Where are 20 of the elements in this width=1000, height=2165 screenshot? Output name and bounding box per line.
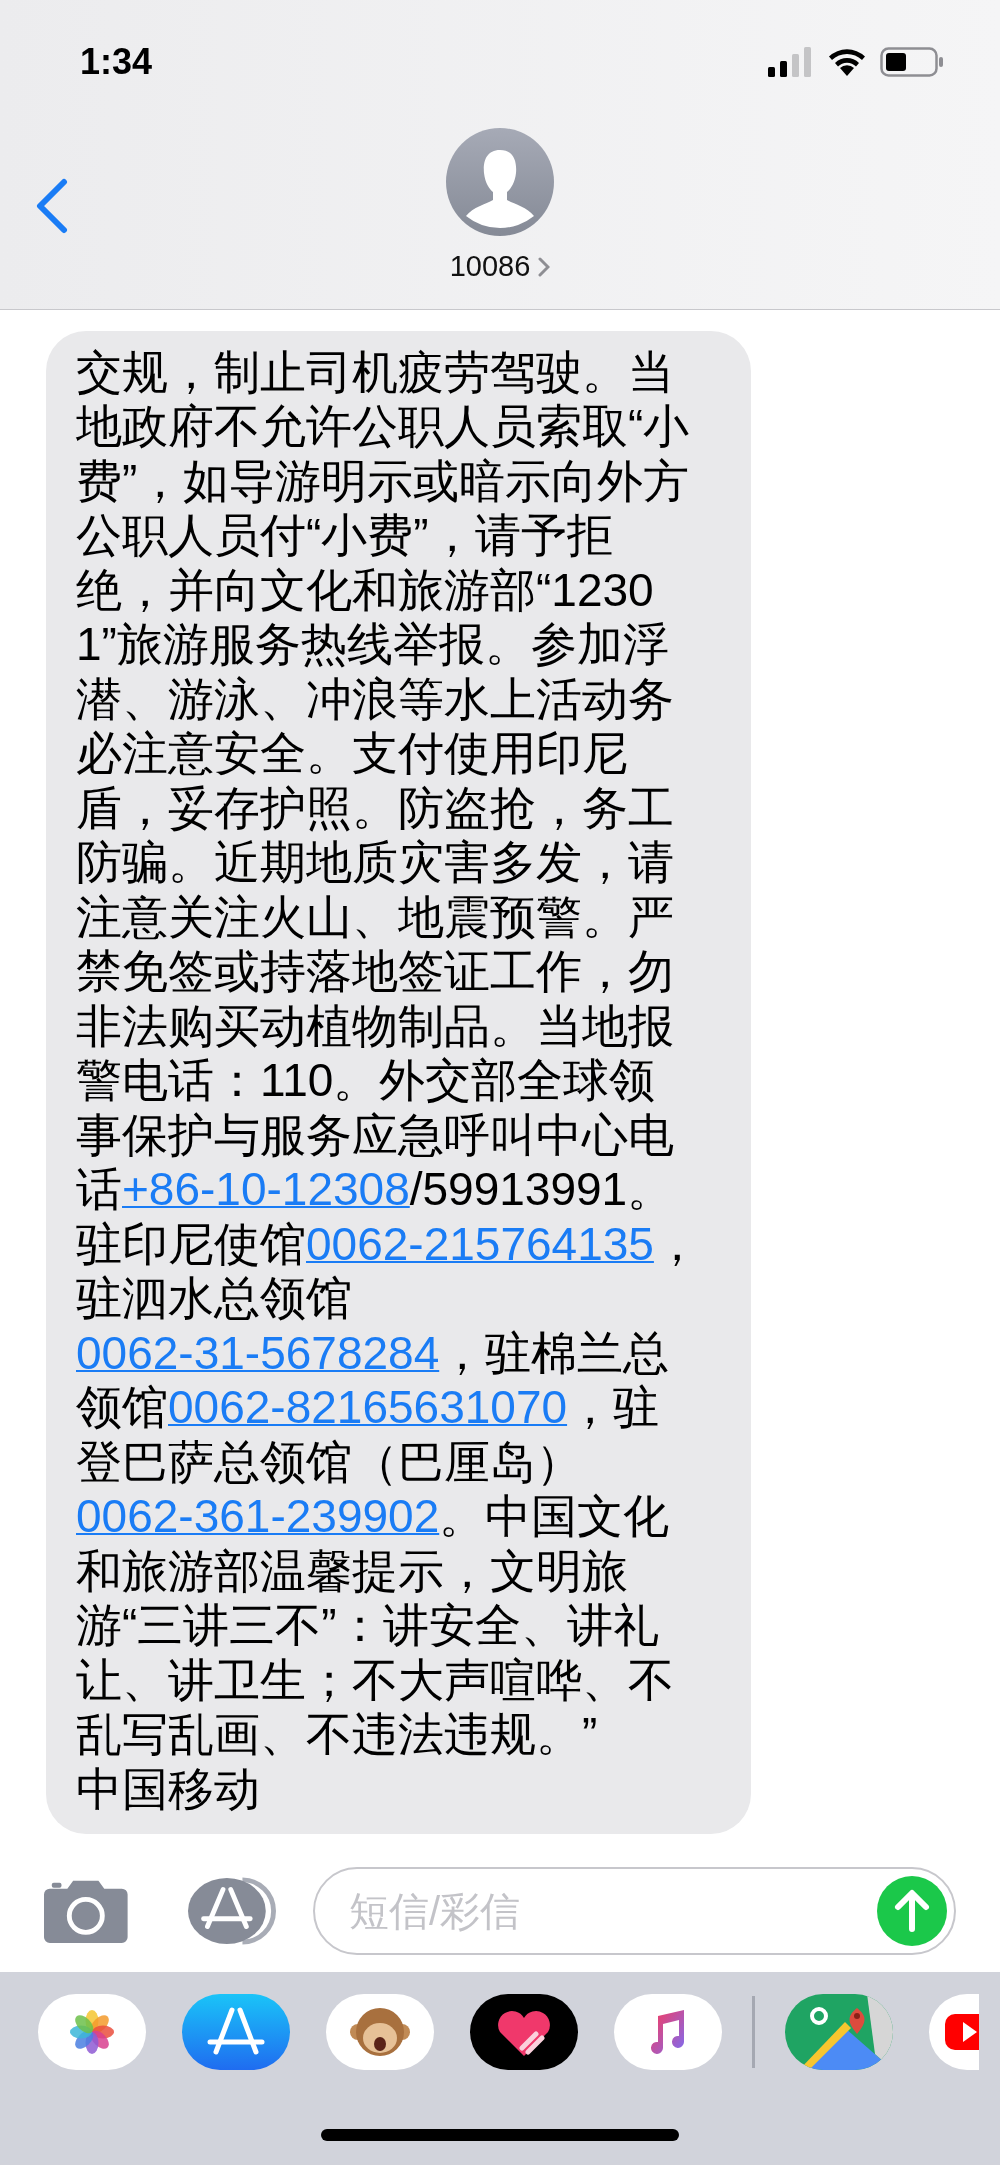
message-text: 交规，制止司机疲劳驾驶。当地政府不允许公职人员索取“小费”，如导游明示或暗示向外方公职人员付“小费”，请予拒绝，并向文化和旅游部“12301”旅游服务热线举报。参加浮潜、游泳、冲浪等水上活动务必注意安全。支付使用印尼盾，妥存护照。防盗抢，务工防骗。近期地质灾害多发，请注意关注火山、地震预警。严禁免签或持落地签证工作，勿非法购买动植物制品。当地报警电话：110。外交部全球领事保护与服务应急呼叫中心电话+86-10-12308/59913991。驻印尼使馆0062-215764135，驻泗水总领馆 0062-31-5678284，驻棉兰总领馆0062-82165631070，驻登巴萨总领馆（巴厘岛） 0062-361-239902。中国文化和旅游部温馨提示，文明旅游“三讲三不”：讲安全、讲礼让、讲卫生；不大声喧哗、不乱写乱画、不违法违规。” [76, 344, 701, 1762]
avatar-icon[interactable] [446, 128, 554, 236]
signal-icon [768, 47, 814, 77]
send-button[interactable] [877, 1876, 947, 1946]
phone-link[interactable]: 0062-361-239902 [76, 1490, 440, 1542]
contact-name[interactable]: 10086 [449, 250, 531, 283]
video-icon[interactable] [929, 1994, 979, 2070]
status-time: 1:34 [80, 41, 153, 83]
battery-icon [880, 47, 944, 77]
app-store-icon[interactable] [187, 1875, 279, 1947]
chevron-icon [538, 256, 551, 277]
phone-link[interactable]: 0062-215764135 [306, 1217, 654, 1270]
message-input[interactable]: 短信/彩信 [313, 1867, 956, 1955]
wifi-icon [828, 48, 866, 76]
camera-icon[interactable] [44, 1878, 128, 1944]
phone-link[interactable]: 0062-31-5678284 [76, 1326, 440, 1379]
message-signature: 中国移动 [76, 1761, 261, 1816]
phone-link[interactable]: 0062-82165631070 [168, 1381, 568, 1433]
back-icon[interactable] [34, 178, 68, 234]
phone-link[interactable]: +86-10-12308 [122, 1163, 410, 1215]
